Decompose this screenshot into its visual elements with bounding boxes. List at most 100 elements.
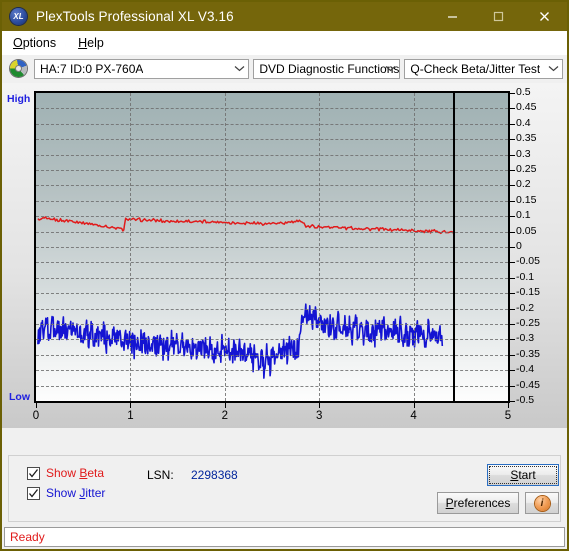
y-axis-tick [510,339,515,341]
x-axis-tick-label: 1 [127,410,134,422]
x-axis-tick [508,403,509,408]
x-axis-tick-label: 3 [315,410,323,422]
y-axis-tick-label: -0.25 [516,317,540,329]
x-axis-tick-label: 2 [221,410,228,422]
window-title: PlexTools Professional XL V3.16 [36,9,234,24]
y-axis-tick-label: 0.3 [516,147,531,160]
test-select-value: Q-Check Beta/Jitter Test [410,61,541,76]
series-jitter [37,303,444,379]
y-axis-tick [510,293,515,295]
y-axis-tick-label: 0.4 [516,116,531,129]
close-button[interactable] [521,2,567,31]
y-axis-tick [510,277,515,279]
y-axis-tick [510,308,515,310]
test-select[interactable]: Q-Check Beta/Jitter Test [404,58,563,79]
y-axis-tick [510,370,515,372]
beta-jitter-plot [34,91,510,403]
show-beta-row[interactable]: Show Beta [27,466,104,480]
y-axis-tick [510,262,515,264]
show-jitter-row[interactable]: Show Jitter [27,486,105,500]
y-axis-tick-label: -0.45 [516,378,540,391]
drive-select-value: HA:7 ID:0 PX-760A [40,61,144,76]
x-axis-tick [36,403,37,408]
x-axis-tick [130,403,132,408]
toolbar: HA:7 ID:0 PX-760A DVD Diagnostic Functio… [2,55,567,82]
menu-item-options[interactable]: Options [9,34,66,52]
data-end-marker [453,93,456,401]
chevron-down-icon [231,60,248,78]
status-text: Ready [10,530,45,544]
y-axis-tick [510,354,515,356]
y-axis-tick-label: -0.35 [516,347,540,360]
start-button-label: Start [510,468,536,482]
y-axis-tick [510,139,515,141]
x-axis-tick [413,403,415,408]
y-axis-tick [510,200,515,202]
y-axis-tick [510,247,515,248]
y-axis-tick [510,108,515,110]
y-axis-tick-label: 0.2 [516,178,531,191]
preferences-button[interactable]: Preferences [437,492,519,514]
window-controls [429,2,567,31]
drive-select[interactable]: HA:7 ID:0 PX-760A [34,58,250,79]
y-axis-tick [510,170,515,171]
y-axis-tick-label: -0.05 [516,255,540,268]
show-beta-checkbox[interactable] [27,466,40,480]
show-jitter-label: Show Jitter [46,486,106,500]
show-beta-label: Show Beta [46,466,105,480]
menu-item-help[interactable]: Help [74,34,114,52]
x-axis-tick-label: 5 [504,410,512,422]
maximize-button[interactable] [475,2,521,31]
y-axis-tick-label: -0.15 [516,286,540,299]
status-bar: Ready [4,527,565,547]
series-beta [37,216,454,235]
y-axis-tick [510,123,515,125]
lsn-value: 2298368 [191,468,238,482]
chart-panel: High Low 0.5 0.45 0.4 0.35 0.3 0.25 0.2 0.15 0.1… [2,83,567,428]
plextools-window: XL PlexTools Professional XL V3.16 Optio… [0,0,569,551]
info-button[interactable]: i [525,492,559,514]
title-bar: XL PlexTools Professional XL V3.16 [2,2,567,31]
menu-bar: Options Help [2,31,567,55]
y-axis-tick-label: 0 [516,240,522,252]
y-axis-tick-label: -0.5 [516,394,535,406]
info-icon: i [534,495,550,511]
y-axis-tick [510,93,515,94]
y-axis-low-label: Low [9,391,30,403]
minimize-button[interactable] [429,2,475,31]
chevron-down-icon [545,60,562,78]
controls-group: Show Beta Show Jitter LSN: 2298368 Start… [8,455,561,522]
start-button[interactable]: Start [487,464,559,486]
y-axis-tick [510,231,515,233]
x-axis-tick-label: 4 [410,410,417,422]
y-axis-tick-label: 0.45 [516,101,537,114]
x-axis-tick [224,403,226,408]
y-axis-tick-label: 0.15 [516,193,537,206]
y-axis-tick [510,216,515,218]
y-axis-tick-label: 0.05 [516,224,537,237]
y-axis-tick-label: -0.1 [516,270,535,283]
y-axis-tick-label: -0.4 [516,363,535,376]
plot-curves [37,216,454,379]
lsn-label: LSN: [147,468,174,482]
plextools-logo-icon: XL [10,8,27,25]
function-select[interactable]: DVD Diagnostic Functions [253,58,401,79]
function-select-value: DVD Diagnostic Functions [259,61,400,76]
x-axis-tick [319,403,321,408]
y-axis-tick [510,185,515,187]
y-axis-tick-label: 0.35 [516,132,537,145]
show-jitter-checkbox[interactable] [27,486,40,500]
y-axis-tick-label: -0.2 [516,301,535,314]
y-axis-tick [510,401,515,402]
preferences-button-label: Preferences [445,496,511,510]
y-axis-tick [510,385,515,387]
y-axis-tick [510,154,515,156]
y-axis-high-label: High [7,93,31,105]
y-axis-tick-label: 0.1 [516,209,531,222]
optical-disc-icon [10,60,27,77]
y-axis-tick-label: -0.3 [516,332,535,345]
x-axis-tick-label: 0 [32,410,40,422]
y-axis-tick-label: 0.25 [516,163,537,175]
chevron-down-icon [382,60,399,78]
y-axis-tick [510,324,515,325]
